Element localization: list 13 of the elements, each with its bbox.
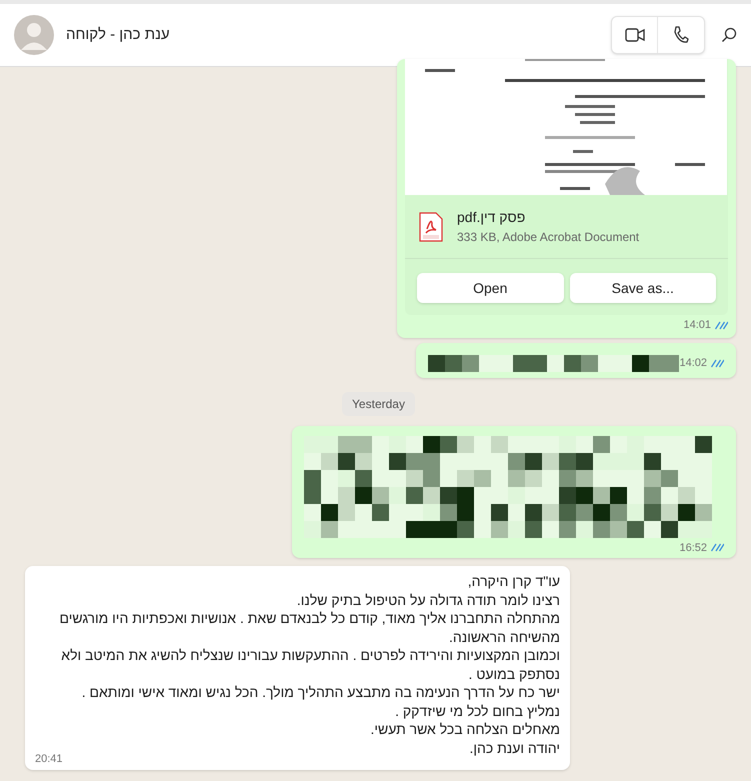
message-time: 16:52 (679, 540, 707, 556)
pdf-file-icon (419, 212, 443, 242)
phone-icon (673, 26, 689, 44)
search-icon[interactable] (721, 27, 737, 43)
contact-name: ענת כהן - לקוחה (66, 24, 170, 45)
file-action-button[interactable]: Open (417, 273, 564, 303)
date-chip: Yesterday (342, 392, 415, 416)
video-camera-icon (624, 28, 644, 42)
file-action-button[interactable]: Save as... (570, 273, 716, 303)
file-name: פסק דין.pdf (457, 208, 526, 227)
message-time: 14:02 (679, 356, 707, 371)
message-time: 14:01 (683, 318, 711, 333)
file-details: 333 KB, Adobe Acrobat Document (457, 229, 640, 246)
